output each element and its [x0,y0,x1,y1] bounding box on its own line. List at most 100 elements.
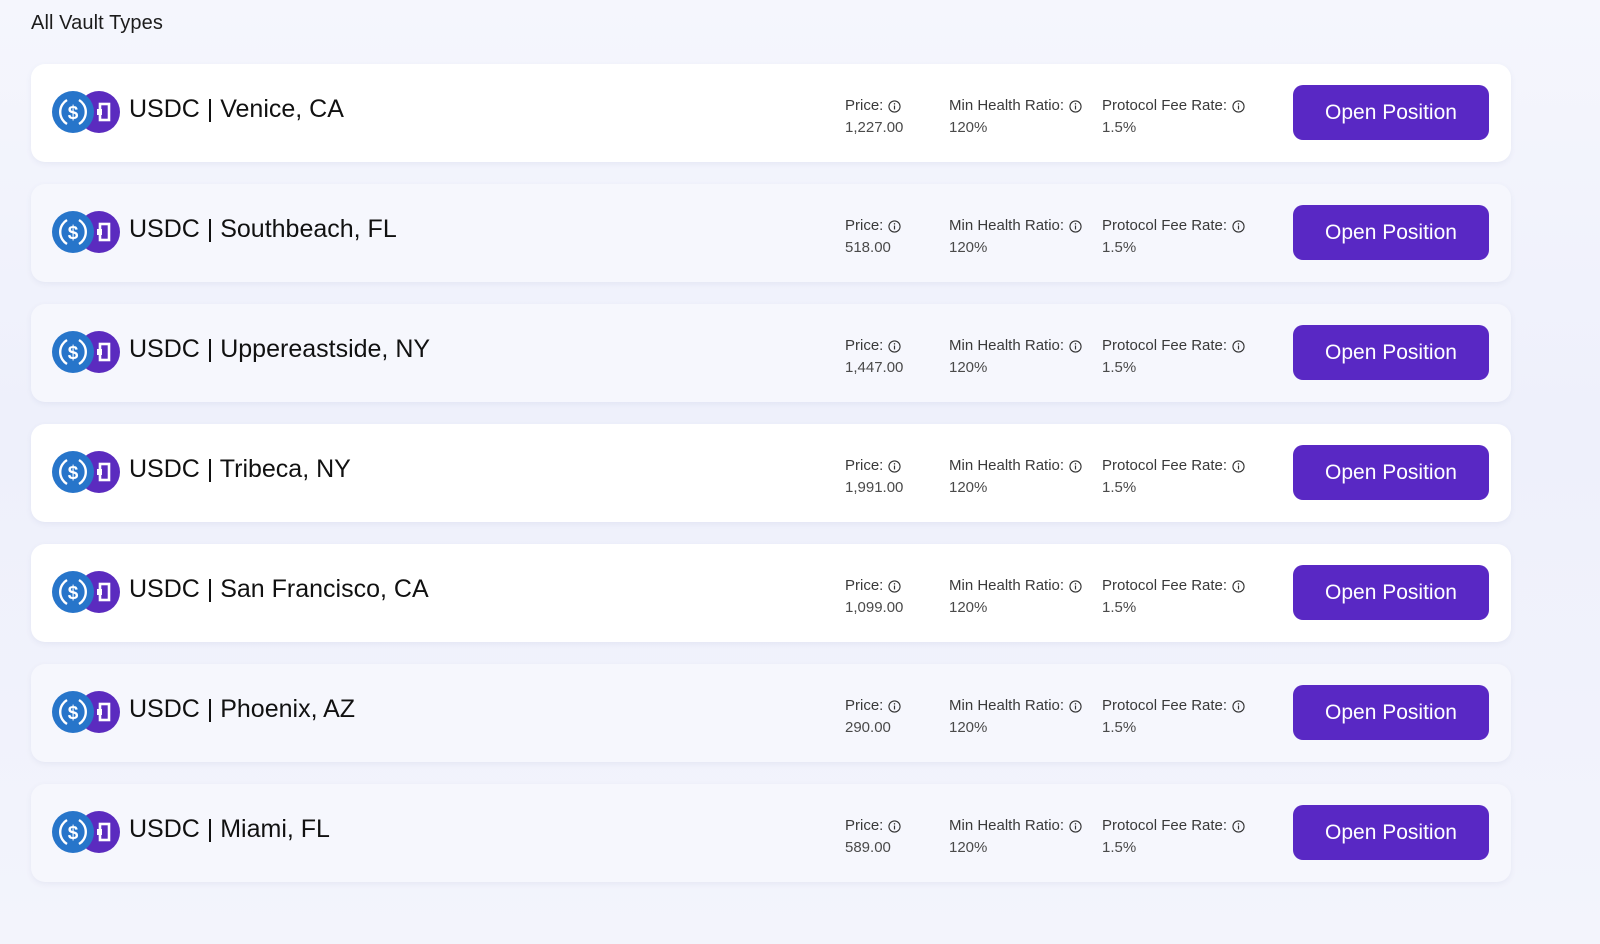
info-icon[interactable] [1069,219,1082,233]
info-icon[interactable] [1232,699,1245,713]
min-health-ratio-stat: Min Health Ratio: 120% [949,215,1082,259]
min-health-ratio-stat: Min Health Ratio: 120% [949,815,1082,859]
vault-list: $ USDC | Venice, CA Price: 1,227.00 Min Hea… [31,64,1511,904]
usdc-icon: $ [52,211,94,253]
vault-row: $ USDC | Phoenix, AZ Price: 290.00 Min Heal… [31,664,1511,762]
usdc-icon: $ [52,811,94,853]
price-stat-value: 518.00 [845,239,891,256]
info-icon[interactable] [1232,459,1245,473]
price-stat-value: 1,447.00 [845,359,904,376]
min-health-ratio-stat-value: 120% [949,359,988,376]
protocol-fee-rate-stat-value: 1.5% [1102,359,1137,376]
token-pair: $ [52,331,120,375]
vault-row: $ USDC | Venice, CA Price: 1,227.00 Min Hea… [31,64,1511,162]
info-icon[interactable] [1232,219,1245,233]
vault-name: USDC | Uppereastside, NY [129,335,431,363]
info-icon[interactable] [888,99,901,113]
vault-name: USDC | Tribeca, NY [129,455,351,483]
open-position-button[interactable]: Open Position [1293,205,1489,260]
vault-row: $ USDC | San Francisco, CA Price: 1,099.00… [31,544,1511,642]
info-icon[interactable] [888,219,901,233]
price-stat-value: 290.00 [845,719,891,736]
price-stat: Price: 1,991.00 [845,455,903,499]
open-position-button[interactable]: Open Position [1293,805,1489,860]
info-icon[interactable] [1069,579,1082,593]
min-health-ratio-stat: Min Health Ratio: 120% [949,335,1082,379]
token-pair: $ [52,211,120,255]
usdc-icon: $ [52,571,94,613]
open-position-button[interactable]: Open Position [1293,85,1489,140]
token-pair: $ [52,691,120,735]
min-health-ratio-stat-value: 120% [949,119,988,136]
protocol-fee-rate-stat-label: Protocol Fee Rate: [1102,217,1228,234]
price-stat: Price: 1,447.00 [845,335,903,379]
info-icon[interactable] [1232,99,1245,113]
price-stat-value: 1,991.00 [845,479,904,496]
protocol-fee-rate-stat: Protocol Fee Rate: 1.5% [1102,455,1245,499]
info-icon[interactable] [1232,339,1245,353]
min-health-ratio-stat-label: Min Health Ratio: [949,697,1065,714]
info-icon[interactable] [1232,819,1245,833]
price-stat-label: Price: [845,697,884,714]
protocol-fee-rate-stat-label: Protocol Fee Rate: [1102,337,1228,354]
min-health-ratio-stat-label: Min Health Ratio: [949,817,1065,834]
min-health-ratio-stat: Min Health Ratio: 120% [949,575,1082,619]
info-icon[interactable] [1069,699,1082,713]
vault-name: USDC | San Francisco, CA [129,575,429,603]
info-icon[interactable] [888,579,901,593]
protocol-fee-rate-stat-label: Protocol Fee Rate: [1102,97,1228,114]
min-health-ratio-stat-value: 120% [949,479,988,496]
svg-text:$: $ [68,343,79,364]
info-icon[interactable] [1069,819,1082,833]
protocol-fee-rate-stat-value: 1.5% [1102,839,1137,856]
vault-name: USDC | Phoenix, AZ [129,695,356,723]
info-icon[interactable] [1069,459,1082,473]
svg-text:$: $ [68,463,79,484]
protocol-fee-rate-stat-label: Protocol Fee Rate: [1102,457,1228,474]
min-health-ratio-stat-value: 120% [949,599,988,616]
svg-text:$: $ [68,103,79,124]
info-icon[interactable] [1069,99,1082,113]
min-health-ratio-stat-value: 120% [949,239,988,256]
price-stat: Price: 518.00 [845,215,901,259]
info-icon[interactable] [888,819,901,833]
price-stat-value: 1,227.00 [845,119,904,136]
vault-row: $ USDC | Southbeach, FL Price: 518.00 Min H… [31,184,1511,282]
min-health-ratio-stat: Min Health Ratio: 120% [949,455,1082,499]
min-health-ratio-stat-value: 120% [949,719,988,736]
price-stat-label: Price: [845,817,884,834]
vault-row: $ USDC | Miami, FL Price: 589.00 Min Health… [31,784,1511,882]
protocol-fee-rate-stat: Protocol Fee Rate: 1.5% [1102,575,1245,619]
info-icon[interactable] [888,459,901,473]
price-stat: Price: 290.00 [845,695,901,739]
svg-text:$: $ [68,703,79,724]
usdc-icon: $ [52,691,94,733]
min-health-ratio-stat-value: 120% [949,839,988,856]
price-stat-value: 1,099.00 [845,599,904,616]
open-position-button[interactable]: Open Position [1293,685,1489,740]
protocol-fee-rate-stat: Protocol Fee Rate: 1.5% [1102,335,1245,379]
open-position-button[interactable]: Open Position [1293,565,1489,620]
price-stat: Price: 1,099.00 [845,575,903,619]
min-health-ratio-stat: Min Health Ratio: 120% [949,695,1082,739]
info-icon[interactable] [888,339,901,353]
vault-name: USDC | Miami, FL [129,815,330,843]
open-position-button[interactable]: Open Position [1293,325,1489,380]
protocol-fee-rate-stat: Protocol Fee Rate: 1.5% [1102,695,1245,739]
protocol-fee-rate-stat-value: 1.5% [1102,119,1137,136]
token-pair: $ [52,571,120,615]
price-stat-label: Price: [845,217,884,234]
min-health-ratio-stat-label: Min Health Ratio: [949,457,1065,474]
vault-name: USDC | Southbeach, FL [129,215,397,243]
price-stat-label: Price: [845,577,884,594]
protocol-fee-rate-stat-value: 1.5% [1102,599,1137,616]
info-icon[interactable] [888,699,901,713]
protocol-fee-rate-stat-value: 1.5% [1102,239,1137,256]
info-icon[interactable] [1232,579,1245,593]
info-icon[interactable] [1069,339,1082,353]
protocol-fee-rate-stat-value: 1.5% [1102,479,1137,496]
price-stat-value: 589.00 [845,839,891,856]
open-position-button[interactable]: Open Position [1293,445,1489,500]
token-pair: $ [52,811,120,855]
protocol-fee-rate-stat-label: Protocol Fee Rate: [1102,817,1228,834]
